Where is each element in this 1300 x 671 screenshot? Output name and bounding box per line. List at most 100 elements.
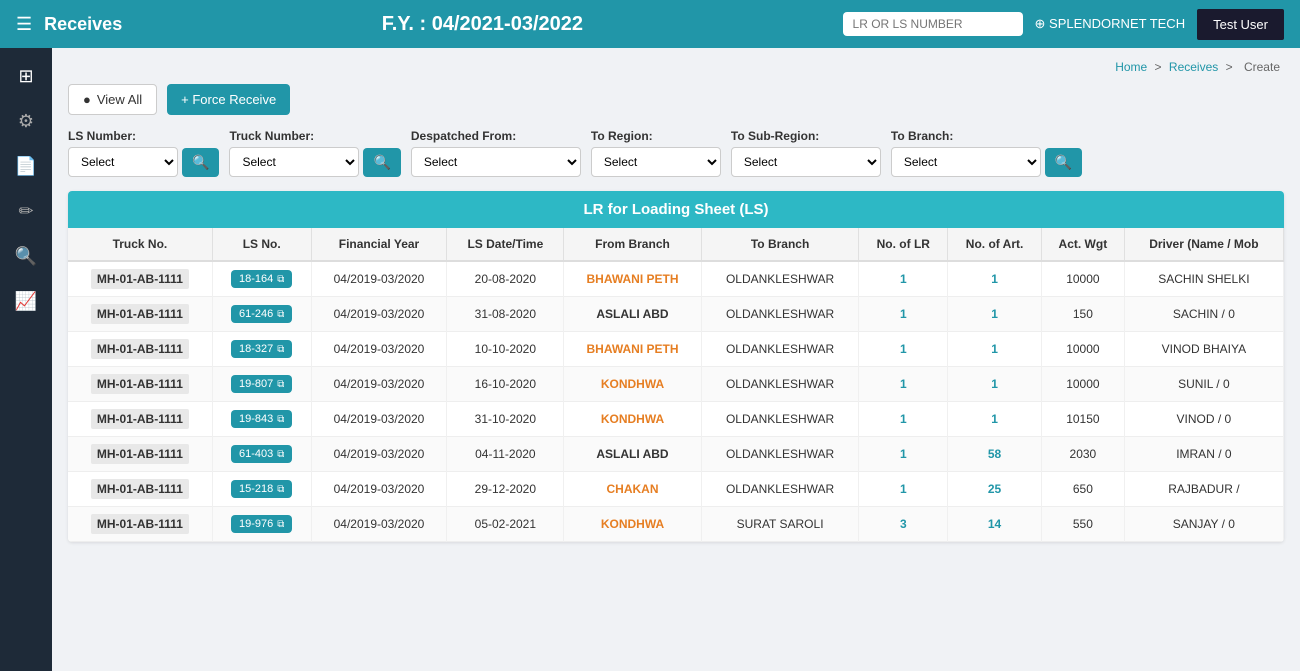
to-branch-select[interactable]: Select (891, 147, 1041, 177)
breadcrumb-sep2: > (1226, 60, 1233, 74)
cell-no-of-art: 1 (948, 261, 1042, 297)
cell-act-wgt: 550 (1042, 507, 1125, 542)
ls-badge-text[interactable]: 19-843 (239, 413, 273, 425)
sidebar-icon-edit[interactable]: ✏ (6, 193, 46, 230)
cell-truck-no: MH-01-AB-1111 (68, 472, 212, 507)
cell-no-of-art: 14 (948, 507, 1042, 542)
cell-ls-no[interactable]: 19-976 ⧉ (212, 507, 311, 542)
external-link-icon[interactable]: ⧉ (277, 484, 284, 495)
to-subregion-select[interactable]: Select (731, 147, 881, 177)
cell-ls-no[interactable]: 61-403 ⧉ (212, 437, 311, 472)
filter-branch-label: To Branch: (891, 129, 1082, 143)
external-link-icon[interactable]: ⧉ (277, 379, 284, 390)
force-receive-button[interactable]: + Force Receive (167, 84, 290, 115)
col-truck-no: Truck No. (68, 228, 212, 261)
despatched-from-select[interactable]: Select (411, 147, 581, 177)
table-row: MH-01-AB-1111 61-246 ⧉ 04/2019-03/2020 3… (68, 297, 1284, 332)
cell-act-wgt: 10150 (1042, 402, 1125, 437)
cell-no-of-lr: 1 (859, 297, 948, 332)
breadcrumb-sep1: > (1155, 60, 1162, 74)
cell-driver: RAJBADUR / (1124, 472, 1283, 507)
ls-badge-text[interactable]: 61-403 (239, 448, 273, 460)
menu-icon[interactable]: ☰ (16, 14, 32, 35)
col-from-branch: From Branch (564, 228, 701, 261)
cell-driver: SACHIN SHELKI (1124, 261, 1283, 297)
cell-driver: IMRAN / 0 (1124, 437, 1283, 472)
ls-badge-text[interactable]: 61-246 (239, 308, 273, 320)
col-ls-datetime: LS Date/Time (447, 228, 564, 261)
ls-search-button[interactable]: 🔍 (182, 148, 219, 177)
filter-to-subregion: To Sub-Region: Select (731, 129, 881, 177)
table-header-bar: LR for Loading Sheet (LS) (68, 191, 1284, 228)
sidebar-icon-search[interactable]: 🔍 (6, 238, 46, 275)
external-link-icon[interactable]: ⧉ (277, 414, 284, 425)
breadcrumb-home[interactable]: Home (1115, 60, 1147, 74)
cell-to-branch: OLDANKLESHWAR (701, 261, 859, 297)
ls-badge-text[interactable]: 19-807 (239, 378, 273, 390)
cell-ls-datetime: 20-08-2020 (447, 261, 564, 297)
sidebar-icon-chart[interactable]: 📈 (6, 283, 46, 320)
cell-financial-year: 04/2019-03/2020 (311, 332, 447, 367)
sidebar-icon-settings[interactable]: ⚙ (6, 103, 46, 140)
truck-search-button[interactable]: 🔍 (363, 148, 400, 177)
filter-ls-label: LS Number: (68, 129, 219, 143)
ls-number-select[interactable]: Select (68, 147, 178, 177)
table-header-row: Truck No. LS No. Financial Year LS Date/… (68, 228, 1284, 261)
cell-ls-no[interactable]: 18-327 ⧉ (212, 332, 311, 367)
external-link-icon[interactable]: ⧉ (277, 309, 284, 320)
cell-financial-year: 04/2019-03/2020 (311, 472, 447, 507)
cell-ls-datetime: 05-02-2021 (447, 507, 564, 542)
company-link[interactable]: ⊕ SPLENDORNET TECH (1035, 16, 1186, 32)
external-link-icon[interactable]: ⧉ (277, 274, 284, 285)
branch-search-button[interactable]: 🔍 (1045, 148, 1082, 177)
cell-truck-no: MH-01-AB-1111 (68, 261, 212, 297)
ls-badge-text[interactable]: 15-218 (239, 483, 273, 495)
filter-subregion-label: To Sub-Region: (731, 129, 881, 143)
cell-to-branch: OLDANKLESHWAR (701, 332, 859, 367)
cell-financial-year: 04/2019-03/2020 (311, 402, 447, 437)
breadcrumb-receives[interactable]: Receives (1169, 60, 1218, 74)
cell-from-branch: ASLALI ABD (564, 437, 701, 472)
filter-to-region: To Region: Select (591, 129, 721, 177)
table-row: MH-01-AB-1111 61-403 ⧉ 04/2019-03/2020 0… (68, 437, 1284, 472)
view-all-button[interactable]: ● View All (68, 84, 157, 115)
cell-driver: VINOD BHAIYA (1124, 332, 1283, 367)
cell-no-of-lr: 1 (859, 437, 948, 472)
layout: ⊞ ⚙ 📄 ✏ 🔍 📈 Home > Receives > Create ● V… (0, 48, 1300, 671)
sidebar-icon-document[interactable]: 📄 (6, 148, 46, 185)
cell-ls-no[interactable]: 15-218 ⧉ (212, 472, 311, 507)
cell-ls-datetime: 31-10-2020 (447, 402, 564, 437)
lr-ls-search-input[interactable] (843, 12, 1023, 36)
cell-from-branch: KONDHWA (564, 367, 701, 402)
navbar-title: Receives (44, 14, 122, 35)
external-link-icon[interactable]: ⧉ (277, 519, 284, 530)
cell-no-of-lr: 1 (859, 261, 948, 297)
cell-no-of-lr: 1 (859, 402, 948, 437)
sidebar: ⊞ ⚙ 📄 ✏ 🔍 📈 (0, 48, 52, 671)
cell-to-branch: OLDANKLESHWAR (701, 402, 859, 437)
user-badge: Test User (1197, 9, 1284, 40)
filter-despatched-from: Despatched From: Select (411, 129, 581, 177)
to-region-select[interactable]: Select (591, 147, 721, 177)
cell-ls-no[interactable]: 61-246 ⧉ (212, 297, 311, 332)
filters-row: LS Number: Select 🔍 Truck Number: Select… (68, 129, 1284, 177)
cell-ls-no[interactable]: 19-807 ⧉ (212, 367, 311, 402)
cell-truck-no: MH-01-AB-1111 (68, 332, 212, 367)
cell-truck-no: MH-01-AB-1111 (68, 437, 212, 472)
cell-ls-no[interactable]: 18-164 ⧉ (212, 261, 311, 297)
ls-badge-text[interactable]: 18-164 (239, 273, 273, 285)
table-section: LR for Loading Sheet (LS) Truck No. LS N… (68, 191, 1284, 542)
ls-badge-text[interactable]: 18-327 (239, 343, 273, 355)
external-link-icon[interactable]: ⧉ (277, 449, 284, 460)
cell-ls-no[interactable]: 19-843 ⧉ (212, 402, 311, 437)
cell-ls-datetime: 10-10-2020 (447, 332, 564, 367)
external-link-icon[interactable]: ⧉ (277, 344, 284, 355)
cell-to-branch: SURAT SAROLI (701, 507, 859, 542)
filter-truck-label: Truck Number: (229, 129, 400, 143)
sidebar-icon-grid[interactable]: ⊞ (6, 58, 46, 95)
table-row: MH-01-AB-1111 19-843 ⧉ 04/2019-03/2020 3… (68, 402, 1284, 437)
cell-truck-no: MH-01-AB-1111 (68, 507, 212, 542)
truck-number-select[interactable]: Select (229, 147, 359, 177)
ls-badge-text[interactable]: 19-976 (239, 518, 273, 530)
cell-truck-no: MH-01-AB-1111 (68, 367, 212, 402)
